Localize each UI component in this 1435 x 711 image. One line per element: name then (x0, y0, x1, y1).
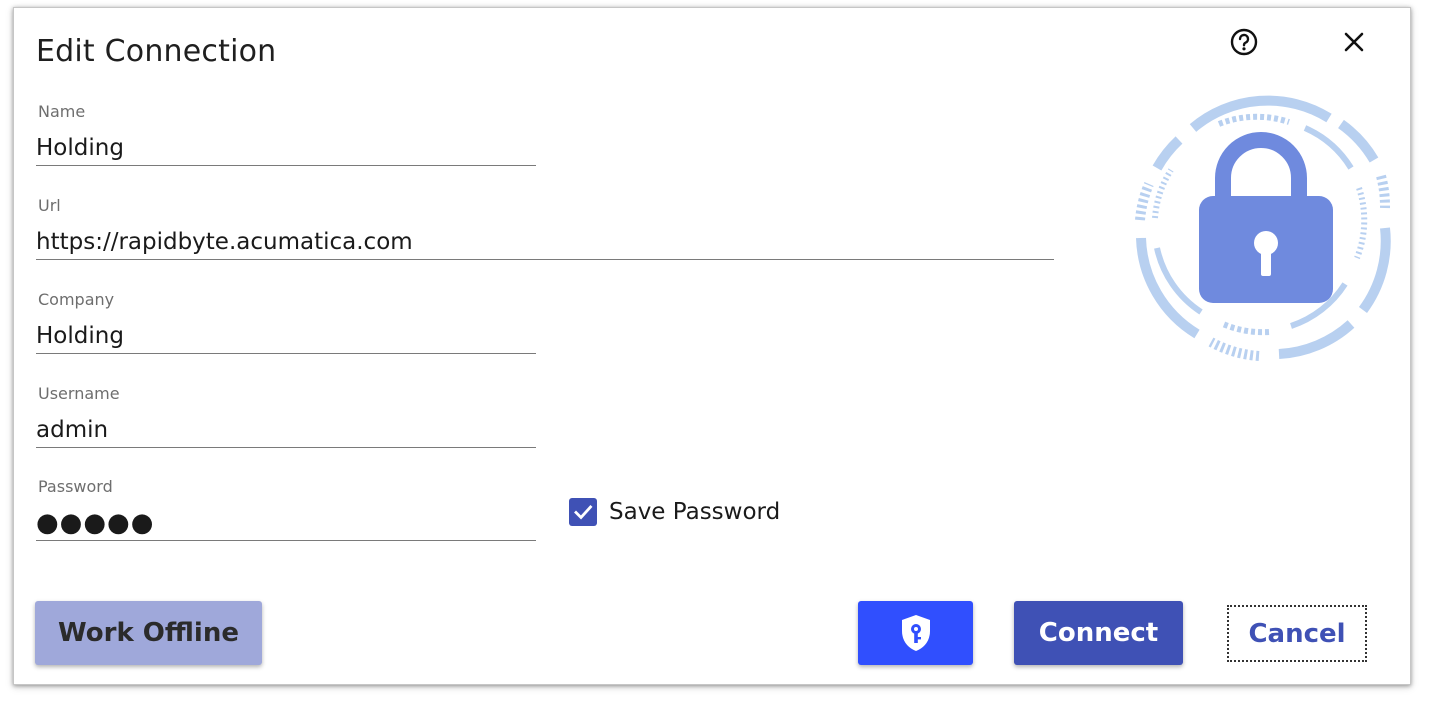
url-field: Url https://rapidbyte.acumatica.com (36, 196, 1054, 260)
password-label: Password (38, 477, 113, 496)
password-field: Password ●●●●● (36, 477, 536, 541)
company-field: Company Holding (36, 290, 536, 354)
password-input[interactable]: ●●●●● (36, 506, 536, 541)
url-input[interactable]: https://rapidbyte.acumatica.com (36, 225, 1054, 260)
checkbox-checked-icon[interactable] (569, 498, 597, 526)
company-label: Company (38, 290, 115, 309)
save-password-label: Save Password (609, 499, 781, 525)
dialog-title: Edit Connection (36, 34, 277, 69)
cancel-button[interactable]: Cancel (1227, 605, 1367, 662)
username-field: Username admin (36, 384, 536, 448)
name-input[interactable]: Holding (36, 131, 536, 166)
name-field: Name Holding (36, 102, 536, 166)
shield-key-icon (901, 615, 930, 651)
padlock-icon (1135, 95, 1391, 361)
help-button[interactable] (1226, 24, 1262, 60)
help-circle-icon (1230, 28, 1258, 56)
close-icon (1344, 32, 1364, 52)
save-password-checkbox[interactable]: Save Password (569, 498, 780, 526)
close-button[interactable] (1336, 24, 1372, 60)
edit-connection-dialog: Edit Connection Name Holding Url https:/… (13, 7, 1411, 685)
connect-button[interactable]: Connect (1014, 601, 1183, 665)
username-label: Username (38, 384, 120, 403)
company-input[interactable]: Holding (36, 319, 536, 354)
work-offline-button[interactable]: Work Offline (35, 601, 262, 665)
vault-button[interactable] (858, 601, 973, 665)
username-input[interactable]: admin (36, 413, 536, 448)
url-label: Url (38, 196, 61, 215)
name-label: Name (38, 102, 86, 121)
